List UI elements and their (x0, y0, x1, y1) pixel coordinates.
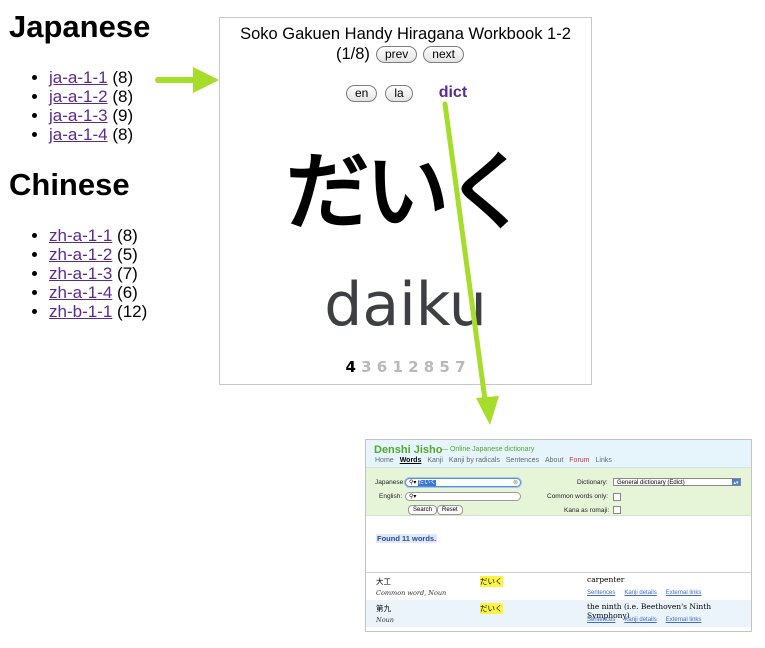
list-item: zh-a-1-2 (5) (49, 245, 147, 264)
result-kanji: 第九 (376, 604, 391, 613)
search-button[interactable]: Search (408, 505, 438, 515)
arrow-to-card (155, 67, 219, 93)
select-arrows-icon: ▴▾ (732, 479, 740, 486)
results-table: 大工 だいく carpenter Common word, Noun Sente… (366, 572, 751, 627)
search-icon: ⚲▾ (409, 480, 419, 486)
list-item: zh-a-1-4 (6) (49, 283, 147, 302)
section-title-chinese: Chinese (9, 167, 130, 202)
dictionary-select[interactable]: General dictionary (Edict) ▴▾ (613, 478, 741, 486)
deck-count: (5) (117, 245, 138, 264)
sentences-link[interactable]: Sentences (587, 590, 615, 596)
next-button[interactable]: next (423, 46, 464, 63)
tab-kanji-by-radicals[interactable]: Kanji by radicals (449, 457, 500, 464)
result-kana: だいく (480, 576, 503, 587)
japanese-search-input[interactable]: ⚲▾ だいく ⊗ (405, 478, 521, 487)
kana-romaji-label: Kana as romaji: (564, 507, 610, 514)
search-icon: ⚲▾ (409, 494, 417, 500)
list-item: ja-a-1-1 (8) (49, 68, 133, 87)
dictionary-label: Dictionary: (577, 479, 608, 486)
section-title-japanese: Japanese (9, 9, 151, 44)
tab-links[interactable]: Links (596, 457, 612, 464)
card-position: (1/8) (336, 45, 370, 63)
result-kanji: 大工 (376, 577, 391, 586)
deck-link-zh-a-1-1[interactable]: zh-a-1-1 (49, 226, 112, 245)
deck-count: (8) (112, 125, 134, 144)
deck-count: (8) (112, 68, 134, 87)
list-item: ja-a-1-2 (8) (49, 87, 133, 106)
tab-forum[interactable]: Forum (569, 457, 589, 464)
tab-kanji[interactable]: Kanji (427, 457, 443, 464)
deck-link-zh-a-1-2[interactable]: zh-a-1-2 (49, 245, 112, 264)
results-count: Found 11 words. (376, 534, 438, 543)
deck-link-ja-a-1-4[interactable]: ja-a-1-4 (49, 125, 108, 144)
latin-mode-button[interactable]: la (385, 84, 413, 102)
english-mode-button[interactable]: en (346, 84, 378, 102)
tab-sentences[interactable]: Sentences (506, 457, 539, 464)
result-tags: Noun (376, 616, 394, 624)
deck-link-zh-a-1-3[interactable]: zh-a-1-3 (49, 264, 112, 283)
current-card-number: 4 (345, 358, 356, 376)
list-item: zh-a-1-3 (7) (49, 264, 147, 283)
english-label: English: (379, 493, 403, 500)
dictionary-tagline: — Online Japanese dictionary (441, 446, 535, 453)
dictionary-search-form: Japanese: ⚲▾ だいく ⊗ English: ⚲▾ Search Re… (366, 468, 751, 516)
sentences-link[interactable]: Sentences (587, 617, 615, 623)
tab-home[interactable]: Home (375, 457, 394, 464)
external-links-link[interactable]: External links (666, 617, 702, 623)
list-item: zh-b-1-1 (12) (49, 302, 147, 321)
kanji-details-link[interactable]: Kanji details (624, 590, 656, 596)
table-row: 第九 だいく the ninth (i.e. Beethoven's Ninth… (366, 600, 751, 627)
japanese-label: Japanese: (375, 479, 405, 486)
result-tags: Common word, Noun (376, 589, 447, 597)
deck-count: (7) (117, 264, 138, 283)
deck-link-ja-a-1-3[interactable]: ja-a-1-3 (49, 106, 108, 125)
result-kana: だいく (480, 603, 503, 614)
deck-count: (9) (112, 106, 134, 125)
chinese-deck-list: zh-a-1-1 (8) zh-a-1-2 (5) zh-a-1-3 (7) z… (29, 226, 147, 321)
reset-button[interactable]: Reset (437, 505, 463, 515)
table-row: 大工 だいく carpenter Common word, Noun Sente… (366, 573, 751, 600)
dictionary-screenshot: Denshi Jisho — Online Japanese dictionar… (365, 439, 752, 632)
workbook-title: Soko Gakuen Handy Hiragana Workbook 1-2 (240, 25, 571, 43)
prev-button[interactable]: prev (375, 46, 418, 63)
list-item: zh-a-1-1 (8) (49, 226, 147, 245)
tab-words[interactable]: Words (400, 457, 422, 464)
deck-link-zh-a-1-4[interactable]: zh-a-1-4 (49, 283, 112, 302)
english-search-input[interactable]: ⚲▾ (405, 492, 521, 501)
clear-icon[interactable]: ⊗ (513, 479, 518, 488)
dictionary-logo[interactable]: Denshi Jisho (374, 444, 442, 456)
card-romaji: daiku (324, 270, 487, 340)
kana-romaji-checkbox[interactable] (613, 506, 621, 514)
deck-link-ja-a-1-2[interactable]: ja-a-1-2 (49, 87, 108, 106)
dictionary-header: Denshi Jisho — Online Japanese dictionar… (366, 440, 751, 468)
list-item: ja-a-1-3 (9) (49, 106, 133, 125)
japanese-deck-list: ja-a-1-1 (8) ja-a-1-2 (8) ja-a-1-3 (9) j… (29, 68, 133, 144)
kanji-details-link[interactable]: Kanji details (624, 617, 656, 623)
dictionary-tabs: Home Words Kanji Kanji by radicals Sente… (375, 457, 612, 464)
deck-count: (12) (117, 302, 148, 321)
external-links-link[interactable]: External links (666, 590, 702, 596)
dict-link[interactable]: dict (439, 84, 467, 102)
deck-count: (8) (117, 226, 138, 245)
flashcard: Soko Gakuen Handy Hiragana Workbook 1-2 … (219, 17, 592, 385)
deck-link-zh-b-1-1[interactable]: zh-b-1-1 (49, 302, 112, 321)
common-words-label: Common words only: (547, 493, 609, 500)
common-words-checkbox[interactable] (613, 493, 621, 501)
list-item: ja-a-1-4 (8) (49, 125, 133, 144)
result-links: Sentences Kanji details External links (587, 617, 701, 623)
card-sequence: 4 3 6 1 2 8 5 7 (220, 358, 591, 376)
display-mode-bar: en la dict (346, 84, 467, 102)
deck-count: (8) (112, 87, 134, 106)
result-links: Sentences Kanji details External links (587, 590, 701, 596)
deck-count: (6) (117, 283, 138, 302)
deck-link-ja-a-1-1[interactable]: ja-a-1-1 (49, 68, 108, 87)
tab-about[interactable]: About (545, 457, 563, 464)
card-kana: だいく (285, 143, 529, 241)
remaining-card-numbers: 3 6 1 2 8 5 7 (361, 358, 466, 376)
result-gloss: carpenter (587, 575, 625, 584)
card-pager: (1/8) prev next (336, 45, 464, 64)
